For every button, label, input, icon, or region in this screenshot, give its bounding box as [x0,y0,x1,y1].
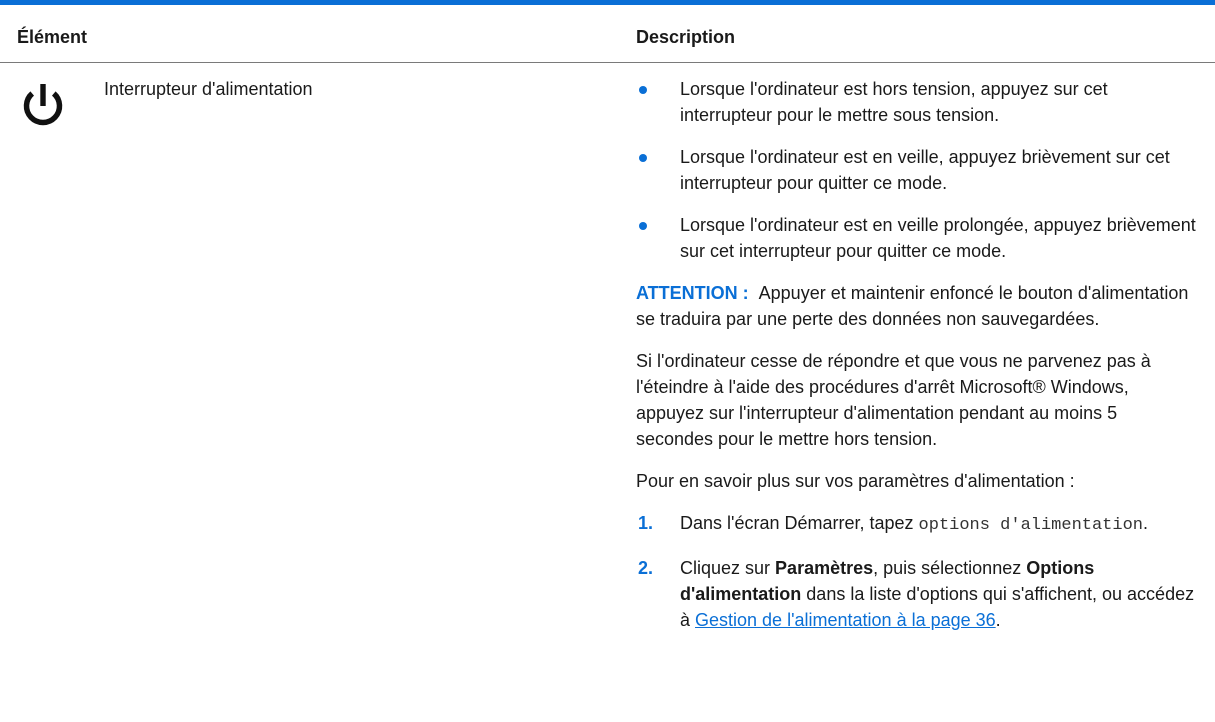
table-header: Élément Description [0,5,1215,63]
header-element: Élément [17,27,88,47]
attention-note: ATTENTION : Appuyer et maintenir enfoncé … [636,280,1196,332]
list-item: Lorsque l'ordinateur est en veille, appu… [636,144,1196,196]
step-text: Cliquez sur [680,558,776,578]
paragraph-unresponsive: Si l'ordinateur cesse de répondre et que… [636,351,1151,449]
power-icon [23,84,63,126]
header-description: Description [636,27,736,47]
list-item: 1. Dans l'écran Démarrer, tapez options … [636,510,1196,539]
step-code: options d'alimentation [918,516,1143,535]
bullet-text: Lorsque l'ordinateur est hors tension, a… [680,79,1108,125]
list-item: Lorsque l'ordinateur est hors tension, a… [636,76,1196,128]
step-text-end: . [1142,513,1148,533]
bullet-icon [639,86,647,94]
step-text: , puis sélectionnez [873,558,1027,578]
step-text: Dans l'écran Démarrer, tapez [680,513,919,533]
bullet-icon [639,154,647,162]
bullet-text: Lorsque l'ordinateur est en veille prolo… [680,215,1196,261]
bullet-icon [639,222,647,230]
list-item: 2. Cliquez sur Paramètres, puis sélectio… [636,555,1196,633]
step-text-end: . [995,610,1001,630]
step-bold: Paramètres [775,558,874,578]
paragraph-more-info: Pour en savoir plus sur vos paramètres d… [636,471,1075,491]
attention-label: ATTENTION : [636,283,749,303]
list-item: Lorsque l'ordinateur est en veille prolo… [636,212,1196,264]
power-management-link[interactable]: Gestion de l'alimentation à la page 36 [695,610,996,630]
step-number: 2. [638,558,654,578]
element-name: Interrupteur d'alimentation [104,79,313,99]
description-column: Lorsque l'ordinateur est hors tension, a… [636,76,1196,649]
bullet-text: Lorsque l'ordinateur est en veille, appu… [680,147,1170,193]
step-number: 1. [638,513,654,533]
